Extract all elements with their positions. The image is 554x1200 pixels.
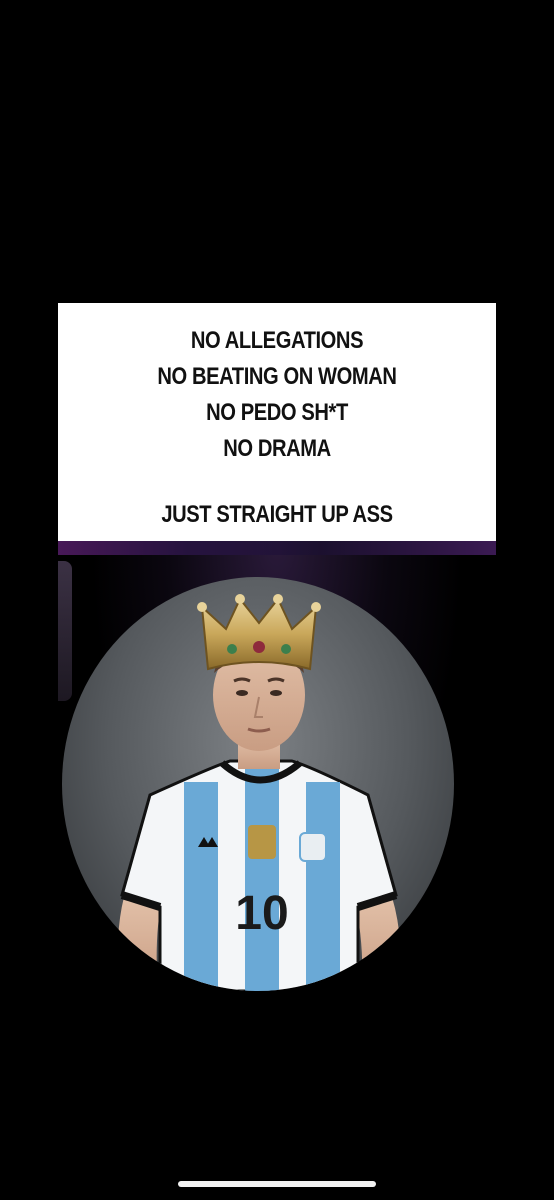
caption-box: NO ALLEGATIONS NO BEATING ON WOMAN NO PE… [58,303,496,541]
caption-line: NO DRAMA [223,435,331,462]
right-arm [354,897,401,991]
crown-icon [200,597,318,671]
caption-line: NO PEDO SH*T [206,399,348,426]
left-arm [117,897,162,991]
left-eye [236,690,248,696]
meme-post: NO ALLEGATIONS NO BEATING ON WOMAN NO PE… [58,303,496,1003]
stage-lights [58,541,496,555]
crest-icon [248,825,276,859]
caption-line: NO BEATING ON WOMAN [157,363,397,390]
jersey-stripe [245,767,279,991]
caption-lines: NO ALLEGATIONS NO BEATING ON WOMAN NO PE… [58,323,496,467]
crown-gem [227,644,237,654]
jersey-stripe [184,782,218,991]
profile-photo: 10 [62,577,454,991]
crown-pearl [235,594,245,604]
home-indicator[interactable] [178,1181,376,1187]
caption-punchline: JUST STRAIGHT UP ASS [161,501,393,528]
crown-pearl [311,602,321,612]
caption-line: NO ALLEGATIONS [190,327,364,354]
jersey-number: 10 [235,887,288,940]
right-eye [270,690,282,696]
screen: NO ALLEGATIONS NO BEATING ON WOMAN NO PE… [0,0,554,1200]
crown-gem [281,644,291,654]
badge-icon [299,832,327,862]
jersey-stripe [306,782,340,991]
crowned-player-illustration: 10 [117,594,401,991]
crown-pearl [273,594,283,604]
crown-gem [253,641,265,653]
crown-pearl [197,602,207,612]
